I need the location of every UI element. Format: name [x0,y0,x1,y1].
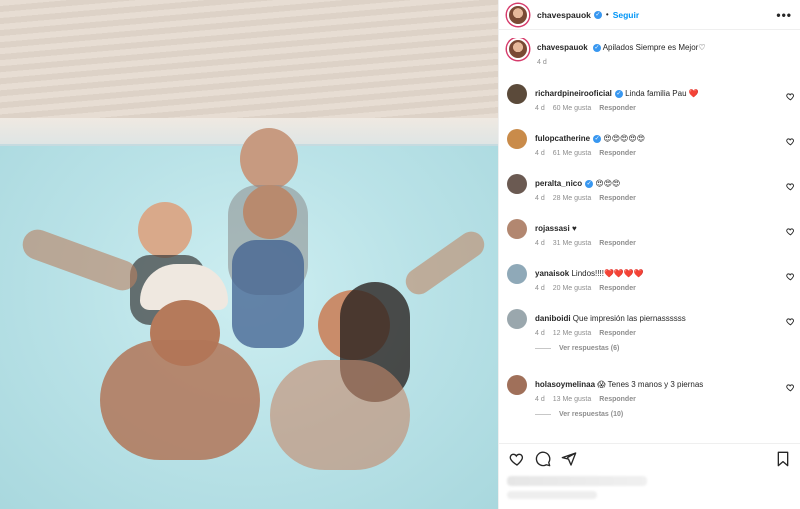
comment-item: richardpineirooficial ✓ Linda familia Pau… [499,84,800,129]
comment-like-icon[interactable] [786,182,795,191]
figure-toddler [243,185,297,239]
avatar[interactable] [507,84,527,104]
comment-item: holasoymelinaa 😱 Tenes 3 manos y 3 piern… [499,375,800,440]
reply-button[interactable]: Responder [599,240,636,247]
view-replies-line [535,414,551,415]
comment-text: Que impresión las piernassssss [572,314,686,323]
comment-likes[interactable]: 28 Me gusta [553,195,592,202]
reply-button[interactable]: Responder [599,150,636,157]
post-header: chavespauok ✓ • Seguir ••• [499,0,800,30]
reply-button[interactable]: Responder [599,195,636,202]
comment-time: 4 d [535,285,545,292]
comment-like-icon[interactable] [786,317,795,326]
bookmark-icon[interactable] [773,449,793,469]
comment-username[interactable]: holasoymelinaa [535,380,595,389]
share-icon[interactable] [559,449,579,469]
view-replies-label: Ver respuestas (10) [559,411,624,418]
comment-username[interactable]: yanaisok [535,269,569,278]
comment-like-icon[interactable] [786,383,795,392]
view-replies-label: Ver respuestas (6) [559,345,620,352]
figure-girl [240,128,298,190]
comment-username[interactable]: fulopcatherine [535,134,590,143]
verified-badge-icon: ✓ [593,134,602,143]
comment-likes[interactable]: 61 Me gusta [553,150,592,157]
comment-time: 4 d [535,330,545,337]
separator-dot: • [605,10,609,19]
beach-sand [0,0,498,118]
view-replies-button[interactable]: Ver respuestas (10) [535,411,793,418]
comment-time: 4 d [535,396,545,403]
view-replies-line [535,348,551,349]
figure-man-body [100,340,260,460]
comment-like-icon[interactable] [786,272,795,281]
comment-text: 😍😍😍😍😍 [603,134,646,143]
avatar[interactable] [507,264,527,284]
comment-text: Linda familia Pau ❤️ [625,89,699,98]
comment-item: rojassasi ♥ 4 d 31 Me gusta Responder [499,219,800,264]
view-replies-button[interactable]: Ver respuestas (6) [535,345,793,352]
comment-icon[interactable] [533,449,553,469]
verified-badge-icon: ✓ [585,179,594,188]
post-date-blurred [507,491,597,499]
comment-username[interactable]: peralta_nico [535,179,582,188]
avatar[interactable] [507,219,527,239]
comment-text: ♥ [571,224,577,233]
more-options-icon[interactable]: ••• [776,8,792,22]
verified-badge-icon: ✓ [593,10,602,19]
comment-username[interactable]: richardpineirooficial [535,89,612,98]
comments-list[interactable]: chavespauok ✓ Apilados Siempre es Mejor♡… [499,38,800,440]
post-image[interactable] [0,0,498,509]
comment-item: fulopcatherine ✓ 😍😍😍😍😍 4 d 61 Me gusta Respo… [499,129,800,174]
comment-likes[interactable]: 31 Me gusta [553,240,592,247]
comment-text: Lindos!!!!❤️❤️❤️❤️ [571,269,644,278]
avatar[interactable] [507,375,527,395]
author-username[interactable]: chavespauok [537,10,591,20]
comment-text: 😱 Tenes 3 manos y 3 piernas [597,380,704,389]
avatar[interactable] [507,3,529,26]
comment-like-icon[interactable] [786,137,795,146]
avatar[interactable] [507,129,527,149]
comment-time: 4 d [535,150,545,157]
verified-badge-icon: ✓ [592,43,601,52]
reply-button[interactable]: Responder [599,330,636,337]
caption: chavespauok ✓ Apilados Siempre es Mejor♡… [499,38,800,84]
comment-item: yanaisok Lindos!!!!❤️❤️❤️❤️ 4 d 20 Me gust… [499,264,800,309]
comment-like-icon[interactable] [786,227,795,236]
avatar[interactable] [507,174,527,194]
comment-time: 4 d [535,195,545,202]
comment-time: 4 d [535,105,545,112]
reply-button[interactable]: Responder [599,396,636,403]
comment-username[interactable]: rojassasi [535,224,570,233]
comment-likes[interactable]: 12 Me gusta [553,330,592,337]
reply-button[interactable]: Responder [599,105,636,112]
comment-like-icon[interactable] [786,92,795,101]
avatar[interactable] [507,309,527,329]
comment-likes[interactable]: 13 Me gusta [553,396,592,403]
post-panel: chavespauok ✓ • Seguir ••• chavespauok ✓… [498,0,800,509]
comment-text: 😍😍😍 [595,179,621,188]
comment-time: 4 d [535,240,545,247]
comment-username[interactable]: daniboidi [535,314,571,323]
action-bar [499,443,800,473]
reply-button[interactable]: Responder [599,285,636,292]
follow-button[interactable]: Seguir [613,10,639,20]
comment-likes[interactable]: 60 Me gusta [553,105,592,112]
avatar[interactable] [507,38,529,60]
comment-likes[interactable]: 20 Me gusta [553,285,592,292]
figure-boy [138,202,192,258]
figure-woman-body [270,360,410,470]
verified-badge-icon: ✓ [614,89,623,98]
caption-text: Apilados Siempre es Mejor♡ [602,43,706,52]
likes-count-blurred [507,476,647,486]
caption-time: 4 d [537,59,547,66]
figure-toddler-swimsuit [232,240,304,348]
caption-username[interactable]: chavespauok [537,43,588,52]
comment-item: peralta_nico ✓ 😍😍😍 4 d 28 Me gusta Responder [499,174,800,219]
heart-icon[interactable] [507,449,527,469]
comment-item: daniboidi Que impresión las piernassssss… [499,309,800,375]
